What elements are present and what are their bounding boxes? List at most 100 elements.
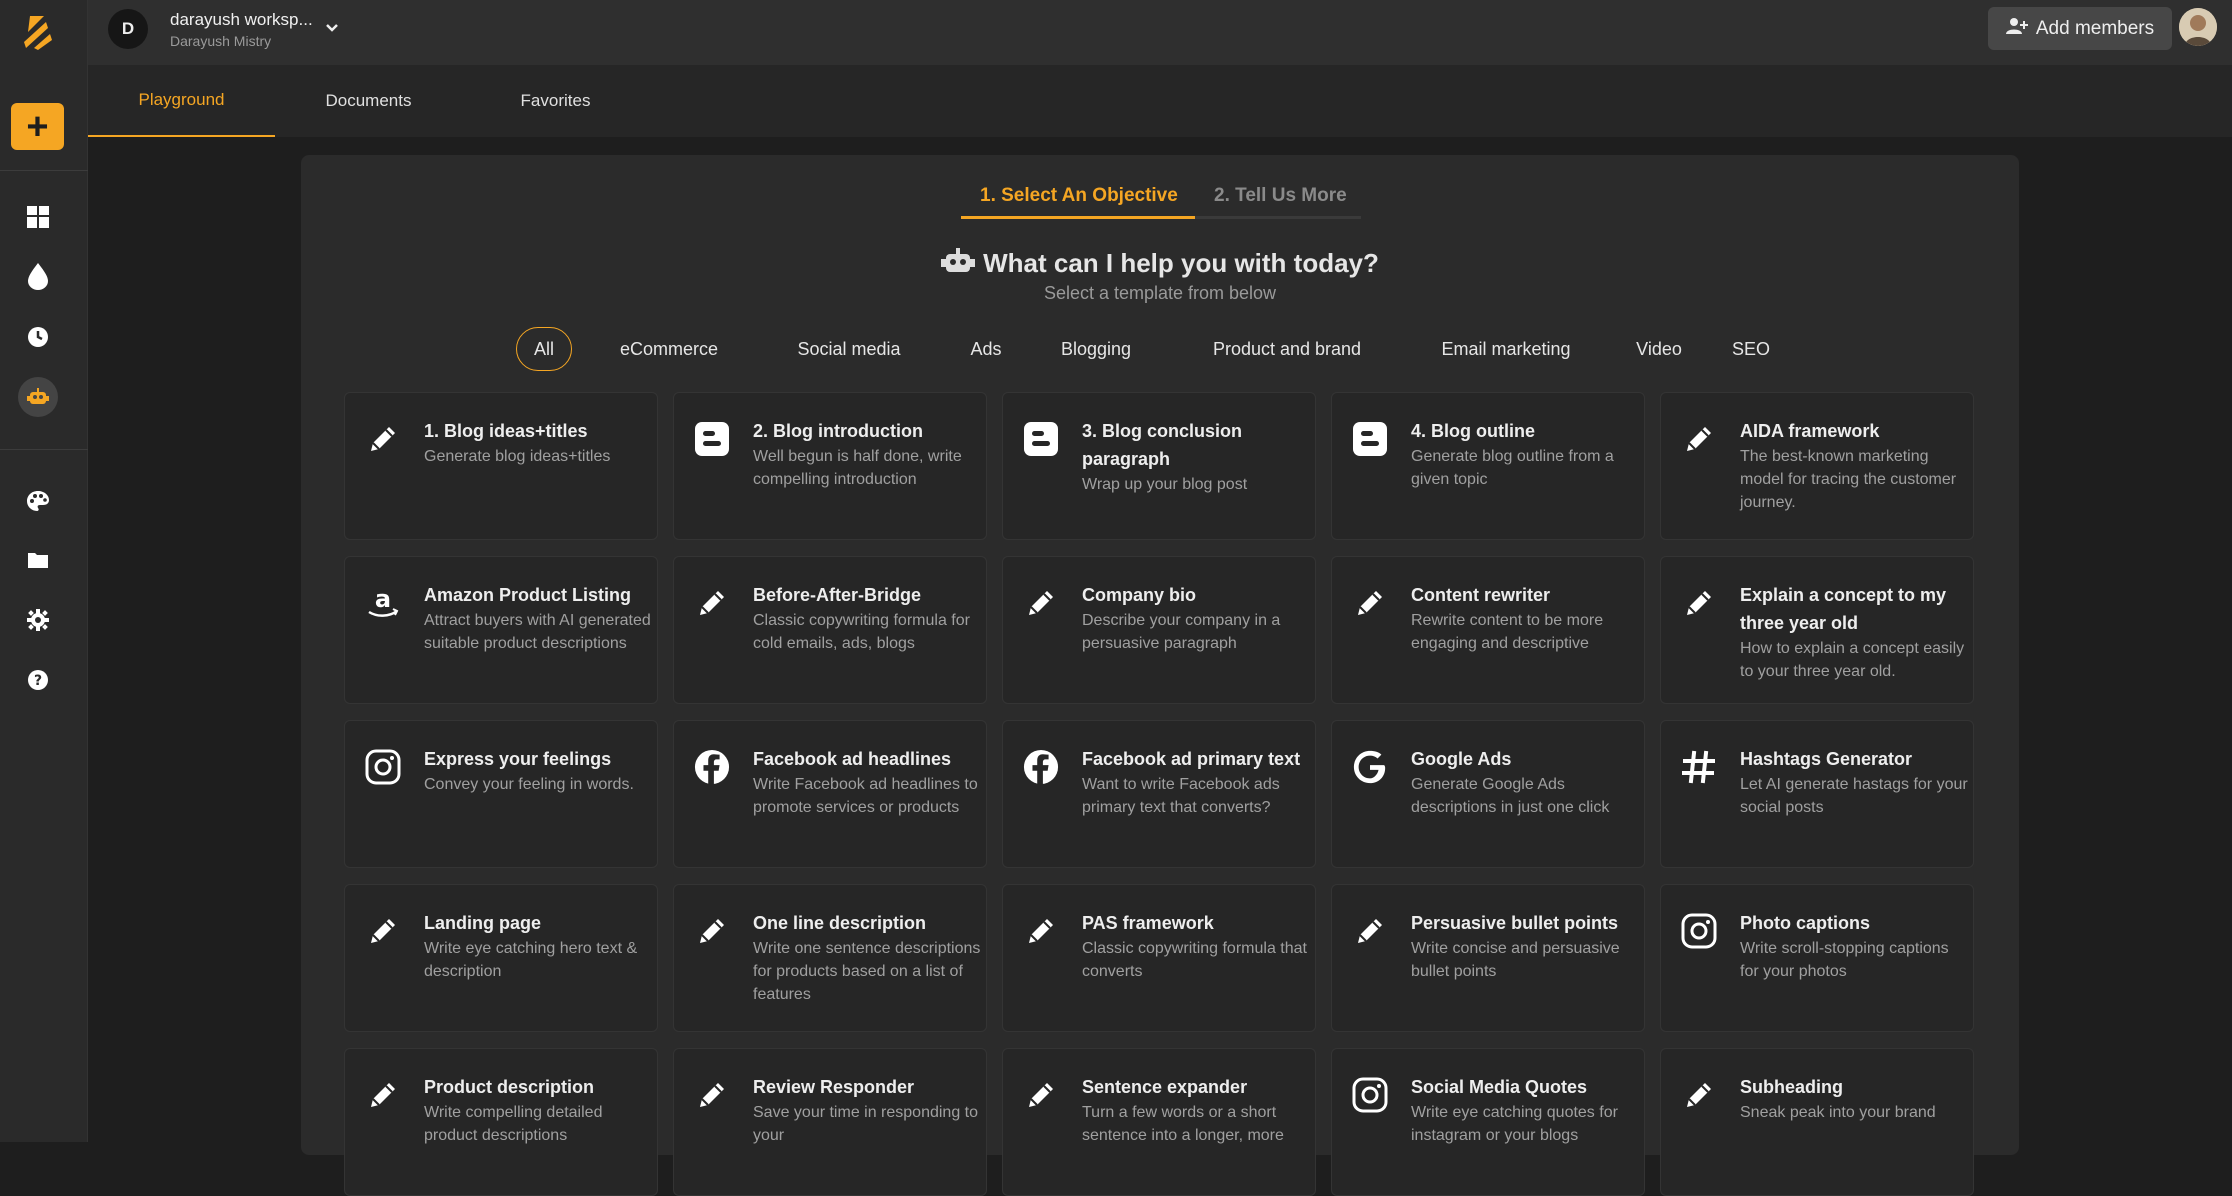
template-title: Facebook ad headlines (753, 749, 952, 769)
template-card-content: PAS framework Classic copywriting formula… (1082, 909, 1310, 983)
template-card[interactable]: Explain a concept to my three year old Ho… (1660, 556, 1974, 704)
template-description: Generate blog outline from a given topic (1411, 448, 1614, 488)
template-title: Persuasive bullet points (1411, 913, 1619, 933)
template-title: Review Responder (753, 1077, 915, 1097)
filter-email-marketing[interactable]: Email marketing (1406, 327, 1606, 371)
template-card-content: Review Responder Save your time in respon… (753, 1073, 981, 1147)
blogger-icon (1352, 421, 1388, 457)
new-document-button[interactable]: + (11, 103, 64, 150)
template-card[interactable]: Hashtags Generator Let AI generate hastag… (1660, 720, 1974, 868)
filter-social-media[interactable]: Social media (769, 327, 929, 371)
template-card[interactable]: Landing page Write eye catching hero text… (344, 884, 658, 1032)
template-description: Write eye catching hero text & descripti… (424, 940, 638, 980)
chevron-down-icon[interactable] (324, 20, 340, 36)
add-members-button[interactable]: Add members (1988, 7, 2172, 50)
template-title: 3. Blog conclusion paragraph (1082, 421, 1243, 469)
tab-documents[interactable]: Documents (275, 65, 462, 137)
active-step-underline (961, 216, 1195, 219)
pencil-icon (365, 913, 401, 949)
user-avatar[interactable] (2179, 8, 2217, 46)
google-icon (1352, 749, 1388, 785)
filter-video[interactable]: Video (1619, 327, 1699, 371)
template-card[interactable]: Google Ads Generate Google Ads descriptio… (1331, 720, 1645, 868)
template-card-content: Facebook ad primary text Want to write Fa… (1082, 745, 1310, 819)
template-card[interactable]: Before-After-Bridge Classic copywriting f… (673, 556, 987, 704)
filter-seo[interactable]: SEO (1711, 327, 1791, 371)
template-title: One line description (753, 913, 927, 933)
filter-blogging[interactable]: Blogging (1036, 327, 1156, 371)
svg-text:a: a (375, 585, 391, 613)
template-card[interactable]: 3. Blog conclusion paragraph Wrap up your… (1002, 392, 1316, 540)
template-card[interactable]: Photo captions Write scroll-stopping capt… (1660, 884, 1974, 1032)
help-icon[interactable]: ? (22, 664, 54, 696)
template-description: Generate Google Ads descriptions in just… (1411, 776, 1610, 816)
pencil-icon (694, 913, 730, 949)
drop-icon[interactable] (22, 260, 54, 292)
template-card[interactable]: Review Responder Save your time in respon… (673, 1048, 987, 1196)
app-logo[interactable] (20, 12, 56, 52)
template-card[interactable]: Company bio Describe your company in a pe… (1002, 556, 1316, 704)
amazon-icon: a (365, 585, 401, 621)
gear-icon[interactable] (22, 604, 54, 636)
template-description: Let AI generate hastags for your social … (1740, 776, 1968, 816)
dashboard-icon[interactable] (22, 201, 54, 233)
template-card[interactable]: a Amazon Product Listing Attract buyers wi… (344, 556, 658, 704)
filter-ads[interactable]: Ads (951, 327, 1021, 371)
template-description: Describe your company in a persuasive pa… (1082, 612, 1281, 652)
folder-icon[interactable] (22, 544, 54, 576)
template-card-content: Content rewriter Rewrite content to be mo… (1411, 581, 1639, 655)
template-title: Amazon Product Listing (424, 585, 631, 605)
template-card[interactable]: 1. Blog ideas+titles Generate blog ideas+… (344, 392, 658, 540)
template-card[interactable]: Content rewriter Rewrite content to be mo… (1331, 556, 1645, 704)
template-card-content: Amazon Product Listing Attract buyers wit… (424, 581, 652, 655)
add-user-icon (2005, 17, 2028, 41)
template-description: Rewrite content to be more engaging and … (1411, 612, 1604, 652)
svg-text:?: ? (34, 673, 42, 689)
pencil-icon (1352, 585, 1388, 621)
step-tell-us-more[interactable]: 2. Tell Us More (1214, 185, 1347, 207)
top-bar: D darayush worksp... Darayush Mistry Add… (88, 0, 2232, 65)
template-card[interactable]: One line description Write one sentence d… (673, 884, 987, 1032)
template-card[interactable]: Sentence expander Turn a few words or a s… (1002, 1048, 1316, 1196)
clock-icon[interactable] (22, 321, 54, 353)
filter-product-and-brand[interactable]: Product and brand (1177, 327, 1397, 371)
template-description: Write concise and persuasive bullet poin… (1411, 940, 1620, 980)
template-card[interactable]: Social Media Quotes Write eye catching qu… (1331, 1048, 1645, 1196)
filter-ecommerce[interactable]: eCommerce (609, 327, 729, 371)
step-select-objective[interactable]: 1. Select An Objective (980, 185, 1178, 207)
pencil-icon (1023, 1077, 1059, 1113)
template-description: Save your time in responding to your (753, 1104, 979, 1144)
template-title: AIDA framework (1740, 421, 1880, 441)
robot-icon[interactable] (18, 377, 58, 417)
workspace-name[interactable]: darayush worksp... (170, 10, 313, 30)
template-title: Content rewriter (1411, 585, 1551, 605)
pencil-icon (694, 585, 730, 621)
tab-playground[interactable]: Playground (88, 65, 275, 137)
palette-icon[interactable] (22, 485, 54, 517)
template-card[interactable]: Express your feelings Convey your feeling… (344, 720, 658, 868)
template-description: Write scroll-stopping captions for your … (1740, 940, 1949, 980)
template-card[interactable]: Persuasive bullet points Write concise an… (1331, 884, 1645, 1032)
template-description: Classic copywriting formula that convert… (1082, 940, 1307, 980)
instagram-icon (365, 749, 401, 785)
filter-all[interactable]: All (516, 327, 572, 371)
template-card[interactable]: PAS framework Classic copywriting formula… (1002, 884, 1316, 1032)
pencil-icon (694, 1077, 730, 1113)
template-card[interactable]: Facebook ad headlines Write Facebook ad h… (673, 720, 987, 868)
template-description: Well begun is half done, write compellin… (753, 448, 962, 488)
template-card[interactable]: Facebook ad primary text Want to write Fa… (1002, 720, 1316, 868)
template-card[interactable]: 4. Blog outline Generate blog outline fro… (1331, 392, 1645, 540)
template-card-content: 2. Blog introduction Well begun is half d… (753, 417, 981, 491)
template-card[interactable]: 2. Blog introduction Well begun is half d… (673, 392, 987, 540)
template-title: Hashtags Generator (1740, 749, 1913, 769)
template-card[interactable]: Product description Write compelling deta… (344, 1048, 658, 1196)
add-members-label: Add members (2035, 17, 2155, 39)
template-card[interactable]: AIDA framework The best-known marketing m… (1660, 392, 1974, 540)
template-description: Want to write Facebook ads primary text … (1082, 776, 1280, 816)
template-card-content: 1. Blog ideas+titles Generate blog ideas+… (424, 417, 652, 468)
template-description: Attract buyers with AI generated suitabl… (424, 612, 651, 652)
tab-favorites[interactable]: Favorites (462, 65, 649, 137)
template-card-content: One line description Write one sentence d… (753, 909, 981, 1006)
workspace-avatar[interactable]: D (108, 9, 148, 49)
template-card[interactable]: Subheading Sneak peak into your brand (1660, 1048, 1974, 1196)
